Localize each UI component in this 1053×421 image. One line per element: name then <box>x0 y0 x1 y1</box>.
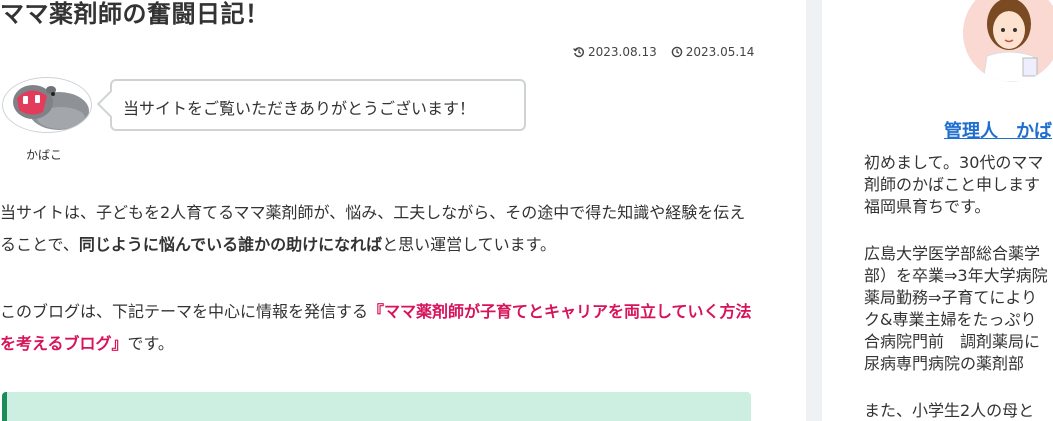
post-dates: 2023.08.13 2023.05.14 <box>573 45 754 59</box>
sidebar-more-text: また、小学生2人の母と <box>864 401 1035 420</box>
theme-text-1: このブログは、下記テーマを中心に情報を発信する <box>0 302 369 321</box>
avatar-name: かばこ <box>26 148 63 162</box>
admin-name-link[interactable]: 管理人 かば <box>944 117 1052 143</box>
updated-date-text: 2023.08.13 <box>588 45 657 59</box>
hippo-avatar-icon <box>13 85 89 130</box>
intro-bold-text: 同じように悩んでいる誰かの助けになれば <box>78 235 383 254</box>
intro-text-2: と思い運営しています。 <box>382 235 557 254</box>
clock-icon <box>671 46 683 58</box>
published-date: 2023.05.14 <box>671 45 755 59</box>
sidebar-profile: 管理人 かば 初めまして。30代のママ 剤師のかばこと申します 福岡県育ちです。… <box>822 0 1053 421</box>
history-icon <box>573 46 585 58</box>
updated-date: 2023.08.13 <box>573 45 657 59</box>
speech-bubble: 当サイトをご覧いただきありがとうございます！ <box>110 79 526 131</box>
speech-bubble-text: 当サイトをご覧いただきありがとうございます！ <box>123 99 476 118</box>
sidebar-career-text: 広島大学医学部総合薬学 部）を卒業⇒3年大学病院 薬局勤務⇒子育てにより ク&専… <box>864 244 1048 373</box>
info-box <box>2 392 751 421</box>
column-gutter <box>806 0 822 421</box>
profile-picture <box>963 0 1053 82</box>
sidebar-intro-text: 初めまして。30代のママ 剤師のかばこと申します 福岡県育ちです。 <box>864 153 1044 216</box>
intro-paragraph: 当サイトは、子どもを2人育てるママ薬剤師が、悩み、工夫しながら、その途中で得た知… <box>0 197 760 261</box>
avatar <box>2 77 92 133</box>
theme-text-2: です。 <box>127 334 174 353</box>
blog-theme-paragraph: このブログは、下記テーマを中心に情報を発信する『ママ薬剤師が子育てとキャリアを両… <box>0 296 760 360</box>
published-date-text: 2023.05.14 <box>685 45 755 59</box>
page-title: ママ薬剤師の奮闘日記！ <box>0 0 270 28</box>
pharmacist-avatar-icon <box>963 0 1053 82</box>
article-main: ママ薬剤師の奮闘日記！ 2023.08.13 2023.05.14 かばこ 当サ… <box>0 0 806 421</box>
